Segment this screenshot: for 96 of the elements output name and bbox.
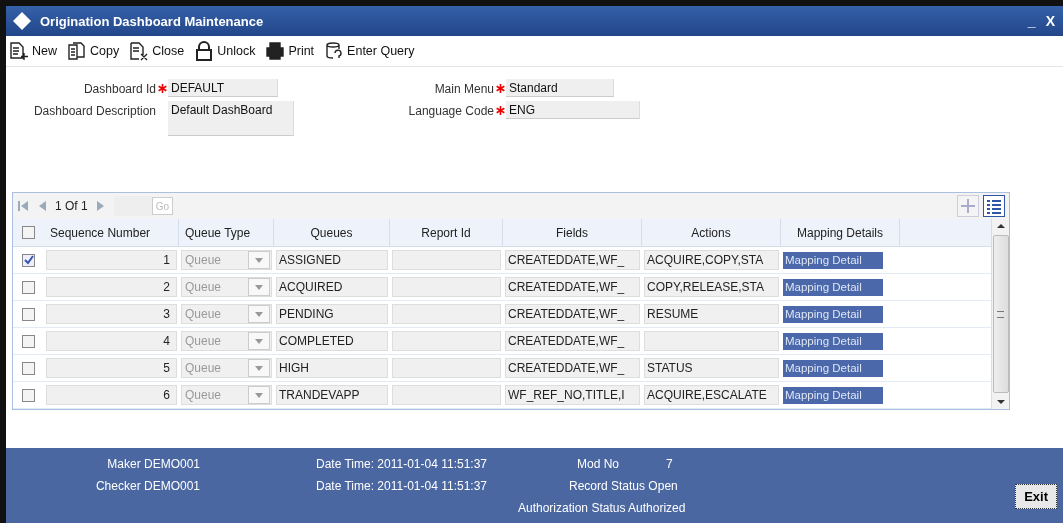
scrollbar[interactable] [991,219,1009,409]
previous-page-icon[interactable] [37,200,47,212]
dropdown-arrow-icon [255,365,263,371]
column-header: Sequence Number [44,219,179,246]
fields-field[interactable]: CREATEDDATE,WF_ [505,331,640,351]
column-header: Actions [642,219,781,246]
window-close-button[interactable]: X [1043,13,1057,29]
select-all-checkbox[interactable] [22,226,35,239]
report-id-field[interactable] [392,385,501,405]
mapping-details-button[interactable]: Mapping Detail [783,359,883,377]
report-id-field[interactable] [392,277,501,297]
mapping-details-button[interactable]: Mapping Detail [783,386,883,404]
queue-field[interactable]: COMPLETED [276,331,388,351]
row-checkbox[interactable] [22,334,35,348]
column-header: Queue Type [179,219,274,246]
row-checkbox[interactable] [22,307,35,321]
dropdown-arrow-icon [255,311,263,317]
page-number-field[interactable] [113,196,152,216]
row-checkbox[interactable] [22,280,35,294]
report-id-field[interactable] [392,358,501,378]
toolbar-button[interactable]: Enter Query [323,41,416,61]
language-code-field[interactable]: ENG [506,101,640,119]
authorization-status-text: Authorization Status Authorized [517,500,686,515]
field-label: Language Code [407,103,494,118]
maker-text: Maker DEMO001 [107,456,200,471]
list-view-icon[interactable] [983,195,1005,217]
page-counter: 1 Of 1 [55,199,88,213]
row-checkbox[interactable] [22,361,35,375]
date-time-text: Date Time: 2011-01-04 11:51:37 [316,478,487,493]
actions-field[interactable] [644,331,779,351]
mapping-details-button[interactable]: Mapping Detail [783,251,883,269]
fields-field[interactable]: CREATEDDATE,WF_ [505,304,640,324]
toolbar-button[interactable]: Unlock [193,41,257,61]
next-page-icon[interactable] [95,200,106,212]
sequence-field[interactable]: 3 [46,304,177,324]
field-label: Dashboard Description [32,103,156,118]
checker-text: Checker DEMO001 [95,478,200,493]
report-id-field[interactable] [392,304,501,324]
column-header: Fields [503,219,642,246]
queue-field[interactable]: ACQUIRED [276,277,388,297]
dashboard-description-field[interactable]: Default DashBoard [168,101,294,136]
mod-no-value: 7 [666,456,673,471]
queue-field[interactable]: ASSIGNED [276,250,388,270]
queue-field[interactable]: HIGH [276,358,388,378]
record-status-text: Record Status Open [568,478,678,493]
actions-field[interactable]: COPY,RELEASE,STA [644,277,779,297]
mod-no-label: Mod No [576,456,620,471]
column-header: Report Id [390,219,503,246]
fields-field[interactable]: CREATEDDATE,WF_ [505,250,640,270]
fields-field[interactable]: CREATEDDATE,WF_ [505,277,640,297]
dropdown-arrow-icon [255,338,263,344]
first-page-icon[interactable] [17,200,29,212]
actions-field[interactable]: ACQUIRE,COPY,STA [644,250,779,270]
lock-icon [194,41,215,61]
sequence-field[interactable]: 5 [46,358,177,378]
exit-button[interactable]: Exit [1015,484,1057,509]
column-header: Queues [274,219,390,246]
copy-icon [67,41,87,61]
diamond-icon [12,11,32,31]
dropdown-arrow-icon [255,257,263,263]
sequence-field[interactable]: 2 [46,277,177,297]
toolbar-button[interactable]: Copy [66,41,121,61]
printer-icon [265,41,286,61]
minimize-button[interactable]: _ [1025,13,1038,29]
mapping-details-button[interactable]: Mapping Detail [783,332,883,350]
toolbar-button[interactable]: New [8,41,58,61]
report-id-field[interactable] [392,331,501,351]
field-label: Dashboard Id [82,81,156,96]
actions-field[interactable]: STATUS [644,358,779,378]
date-time-text: Date Time: 2011-01-04 11:51:37 [316,456,487,471]
queue-field[interactable]: TRANDEVAPP [276,385,388,405]
queue-field[interactable]: PENDING [276,304,388,324]
toolbar-button[interactable]: Print [264,41,316,61]
sequence-field[interactable]: 6 [46,385,177,405]
new-document-icon [9,41,29,61]
close-document-icon [129,41,150,61]
main-menu-field[interactable]: Standard [506,79,614,97]
fields-field[interactable]: WF_REF_NO,TITLE,I [505,385,640,405]
actions-field[interactable]: RESUME [644,304,779,324]
sequence-field[interactable]: 1 [46,250,177,270]
fields-field[interactable]: CREATEDDATE,WF_ [505,358,640,378]
actions-field[interactable]: ACQUIRE,ESCALATE [644,385,779,405]
column-header: Mapping Details [781,219,900,246]
report-id-field[interactable] [392,250,501,270]
dashboard-id-field[interactable]: DEFAULT [168,79,278,97]
dropdown-arrow-icon [255,392,263,398]
window-title: Origination Dashboard Maintenance [40,13,264,29]
row-checkbox[interactable] [22,253,35,267]
field-label: Main Menu [433,81,494,96]
mapping-details-button[interactable]: Mapping Detail [783,278,883,296]
sequence-field[interactable]: 4 [46,331,177,351]
toolbar-button[interactable]: Close [128,41,186,61]
row-checkbox[interactable] [22,388,35,402]
database-query-icon [324,41,345,61]
dropdown-arrow-icon [255,284,263,290]
mapping-details-button[interactable]: Mapping Detail [783,305,883,323]
